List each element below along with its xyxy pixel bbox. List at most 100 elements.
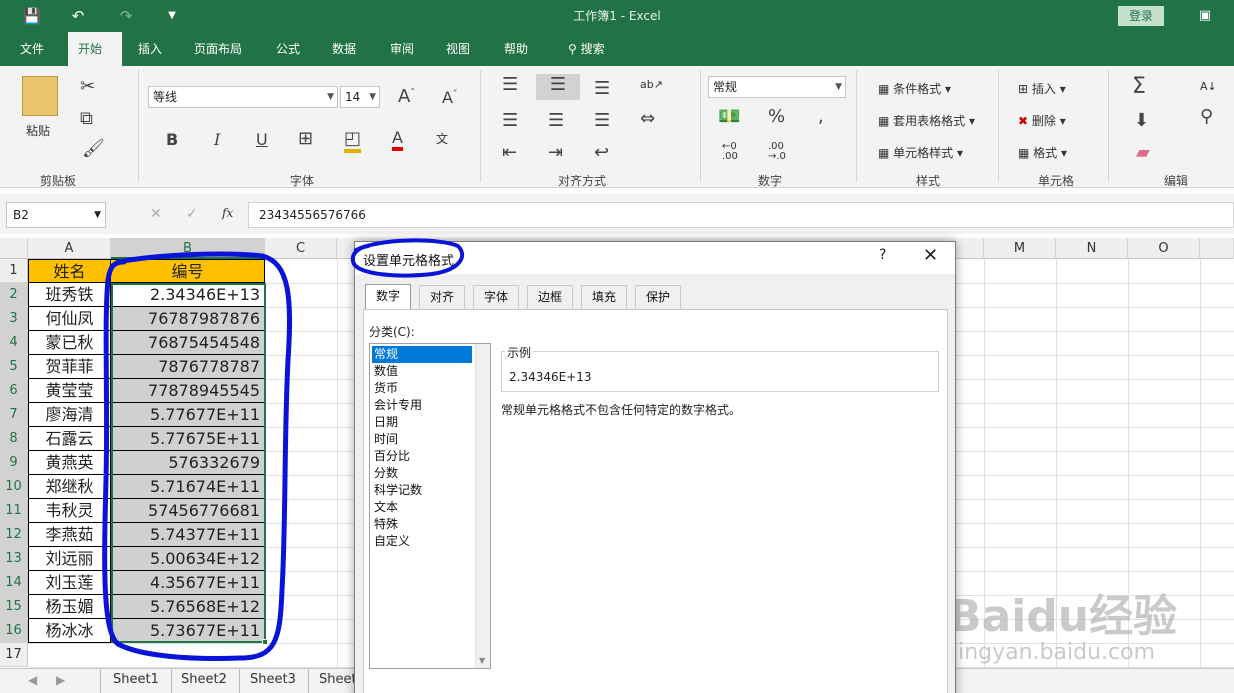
row-header[interactable]: 10 xyxy=(0,475,28,499)
cell-name[interactable]: 杨冰冰 xyxy=(28,619,111,643)
cell-name[interactable]: 韦秋灵 xyxy=(28,499,111,523)
sheet-tab-3[interactable]: Sheet3 xyxy=(238,669,309,693)
tab-view[interactable]: 视图 xyxy=(436,32,480,66)
dialog-tab-font[interactable]: 字体 xyxy=(473,285,520,309)
dialog-tab-number[interactable]: 数字 xyxy=(365,284,412,310)
row-header[interactable]: 8 xyxy=(0,427,28,451)
cell-code[interactable]: 4.35677E+11 xyxy=(111,571,265,595)
cell-name[interactable]: 黄莹莹 xyxy=(28,379,111,403)
font-name-select[interactable]: 等线 ▼ xyxy=(148,86,338,108)
category-item[interactable]: 货币 xyxy=(372,380,472,397)
cell-header-code[interactable]: 编号 xyxy=(111,259,265,283)
wrap-text-icon[interactable]: ↩ xyxy=(594,142,609,163)
paste-icon[interactable] xyxy=(22,76,58,116)
cancel-icon[interactable]: ✕ xyxy=(150,206,162,222)
cut-icon[interactable]: ✂ xyxy=(80,76,95,97)
decrease-font-icon[interactable]: A˅ xyxy=(442,88,457,107)
category-scrollbar[interactable]: ▼ xyxy=(475,344,490,668)
align-top-icon[interactable]: ☰ xyxy=(502,74,518,95)
decrease-decimal-icon[interactable]: .00 →.0 xyxy=(768,142,786,162)
column-header-b[interactable]: B xyxy=(111,238,265,259)
category-item[interactable]: 数值 xyxy=(372,363,472,380)
column-header-a[interactable]: A xyxy=(28,238,111,259)
find-select-icon[interactable]: ⚲ xyxy=(1200,106,1213,127)
formula-input[interactable]: 23434556576766 xyxy=(248,202,1234,228)
column-header-m[interactable]: M xyxy=(984,238,1056,259)
borders-icon[interactable]: ⊞ xyxy=(298,128,313,149)
row-header[interactable]: 17 xyxy=(0,643,28,667)
category-item[interactable]: 科学记数 xyxy=(372,482,472,499)
tab-formulas[interactable]: 公式 xyxy=(266,32,310,66)
category-list[interactable]: ▼ 常规 数值 货币 会计专用 日期 时间 百分比 分数 科学记数 文本 特殊 自定义 xyxy=(369,343,491,669)
clear-icon[interactable]: ▰ xyxy=(1136,142,1150,163)
bold-icon[interactable]: B xyxy=(166,130,178,149)
column-header-n[interactable]: N xyxy=(1056,238,1128,259)
cell-name[interactable]: 贺菲菲 xyxy=(28,355,111,379)
cell-code[interactable]: 76875454548 xyxy=(111,331,265,355)
row-header[interactable]: 7 xyxy=(0,403,28,427)
select-all-corner[interactable] xyxy=(0,238,28,259)
cell-code[interactable]: 5.76568E+12 xyxy=(111,595,265,619)
autosum-icon[interactable]: Σ xyxy=(1132,74,1146,99)
fill-handle[interactable] xyxy=(262,639,268,645)
tab-search[interactable]: ⚲ 搜索 xyxy=(558,32,615,66)
tab-page-layout[interactable]: 页面布局 xyxy=(184,32,252,66)
cell-code[interactable]: 5.71674E+11 xyxy=(111,475,265,499)
cell-styles-button[interactable]: ▦ 单元格样式 ▾ xyxy=(878,144,963,161)
tab-insert[interactable]: 插入 xyxy=(128,32,172,66)
format-cells-button[interactable]: ▦ 格式 ▾ xyxy=(1018,144,1067,161)
row-header[interactable]: 16 xyxy=(0,619,28,643)
next-sheet-icon[interactable]: ▶ xyxy=(56,673,65,687)
decrease-indent-icon[interactable]: ⇤ xyxy=(502,142,517,163)
cell-name[interactable]: 石露云 xyxy=(28,427,111,451)
scroll-down-icon[interactable]: ▼ xyxy=(479,656,485,665)
paste-button[interactable]: 粘贴 xyxy=(26,122,50,139)
category-item[interactable]: 时间 xyxy=(372,431,472,448)
align-right-icon[interactable]: ☰ xyxy=(594,110,610,131)
increase-font-icon[interactable]: A˄ xyxy=(398,86,415,107)
insert-function-icon[interactable]: fx xyxy=(222,206,233,220)
column-header-o[interactable]: O xyxy=(1128,238,1200,259)
row-header[interactable]: 1 xyxy=(0,259,28,283)
cell-code[interactable]: 77878945545 xyxy=(111,379,265,403)
cell-code[interactable]: 5.77677E+11 xyxy=(111,403,265,427)
cell-name[interactable]: 杨玉媚 xyxy=(28,595,111,619)
format-as-table-button[interactable]: ▦ 套用表格格式 ▾ xyxy=(878,112,975,129)
cell-name[interactable]: 蒙已秋 xyxy=(28,331,111,355)
conditional-format-button[interactable]: ▦ 条件格式 ▾ xyxy=(878,80,951,97)
number-format-select[interactable]: 常规 ▼ xyxy=(708,76,846,98)
increase-indent-icon[interactable]: ⇥ xyxy=(548,142,563,163)
login-button[interactable]: 登录 xyxy=(1118,6,1164,26)
enter-icon[interactable]: ✓ xyxy=(186,206,198,222)
dialog-tab-alignment[interactable]: 对齐 xyxy=(419,285,466,309)
increase-decimal-icon[interactable]: ←0.00 xyxy=(722,142,738,162)
sort-filter-icon[interactable]: A↓ xyxy=(1200,80,1217,93)
tab-data[interactable]: 数据 xyxy=(322,32,366,66)
merge-center-icon[interactable]: ⇔ xyxy=(640,108,655,129)
cell-name[interactable]: 黄燕英 xyxy=(28,451,111,475)
cell-code[interactable]: 5.00634E+12 xyxy=(111,547,265,571)
cell-name[interactable]: 刘玉莲 xyxy=(28,571,111,595)
fill-color-icon[interactable]: ◰ xyxy=(344,128,362,153)
align-bottom-icon[interactable]: ☰ xyxy=(594,78,610,99)
cell-name[interactable]: 班秀铁 xyxy=(28,283,111,307)
help-icon[interactable]: ? xyxy=(879,247,886,263)
align-middle-icon[interactable]: ☰ xyxy=(536,74,580,100)
category-item[interactable]: 文本 xyxy=(372,499,472,516)
cell-header-name[interactable]: 姓名 xyxy=(28,259,111,283)
row-header[interactable]: 3 xyxy=(0,307,28,331)
row-header[interactable]: 13 xyxy=(0,547,28,571)
column-header-p[interactable] xyxy=(1200,238,1234,259)
cell-name[interactable]: 郑继秋 xyxy=(28,475,111,499)
category-item[interactable]: 自定义 xyxy=(372,533,472,550)
percent-icon[interactable]: % xyxy=(768,106,785,127)
row-header[interactable]: 6 xyxy=(0,379,28,403)
comma-style-icon[interactable]: , xyxy=(818,106,824,127)
category-item[interactable]: 百分比 xyxy=(372,448,472,465)
fill-icon[interactable]: ⬇ xyxy=(1134,110,1149,131)
cell-code[interactable]: 5.74377E+11 xyxy=(111,523,265,547)
cell-name[interactable]: 何仙凤 xyxy=(28,307,111,331)
cell-code[interactable]: 76787987876 xyxy=(111,307,265,331)
accounting-format-icon[interactable]: 💵 xyxy=(718,106,740,127)
close-icon[interactable]: ✕ xyxy=(923,245,938,266)
